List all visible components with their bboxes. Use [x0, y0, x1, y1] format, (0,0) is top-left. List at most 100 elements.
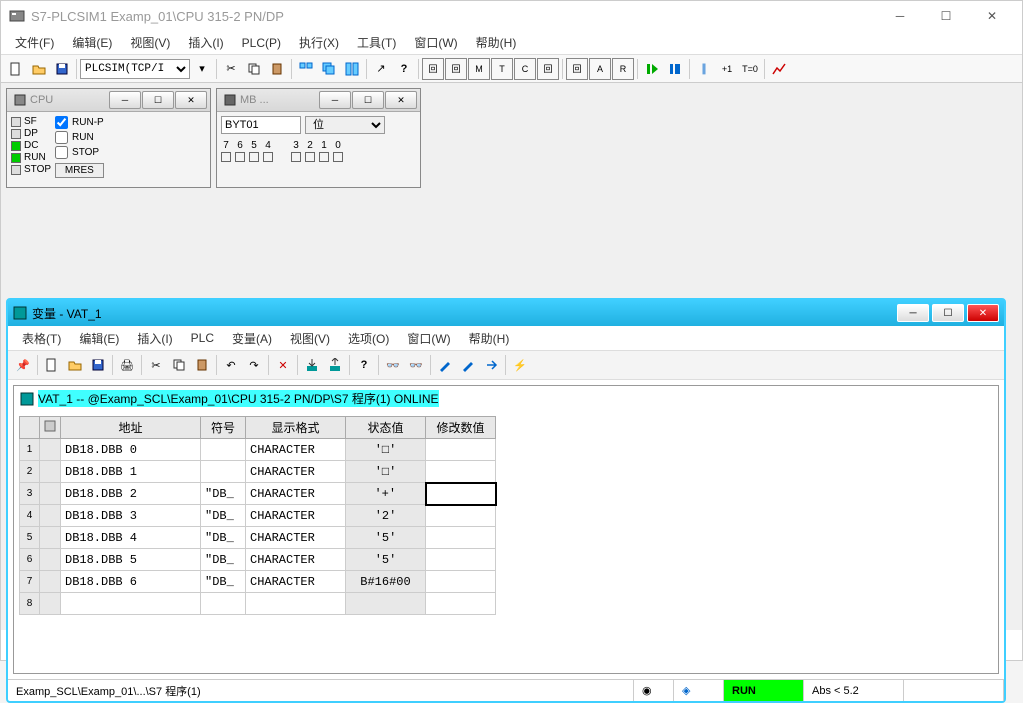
bit-7[interactable]: 7: [221, 140, 231, 162]
plot-icon[interactable]: [768, 58, 790, 80]
vat-cut-icon[interactable]: ✂: [145, 354, 167, 376]
menu-insert[interactable]: 插入(I): [180, 32, 231, 53]
cpu-maximize-button[interactable]: ☐: [142, 91, 174, 109]
block-i-icon[interactable]: 回: [422, 58, 444, 80]
vat-menu-table[interactable]: 表格(T): [14, 328, 69, 349]
maximize-button[interactable]: ☐: [924, 2, 968, 30]
variable-table[interactable]: 地址符号显示格式状态值修改数值 1 DB18.DBB 0 CHARACTER '…: [19, 416, 497, 615]
dropdown-icon[interactable]: ▾: [191, 58, 213, 80]
bit-3[interactable]: 3: [291, 140, 301, 162]
col-0[interactable]: [20, 417, 40, 439]
block-c-icon[interactable]: C: [514, 58, 536, 80]
mode-stop[interactable]: STOP: [55, 146, 104, 159]
undo-icon[interactable]: ↶: [220, 354, 242, 376]
table-row[interactable]: 1 DB18.DBB 0 CHARACTER '□': [20, 439, 496, 461]
col-2[interactable]: 地址: [61, 417, 201, 439]
download-icon[interactable]: [301, 354, 323, 376]
bit-0[interactable]: 0: [333, 140, 343, 162]
menu-view[interactable]: 视图(V): [122, 32, 178, 53]
cpu-close-button[interactable]: ✕: [175, 91, 207, 109]
bit-5[interactable]: 5: [249, 140, 259, 162]
col-1[interactable]: [40, 417, 61, 439]
mb-minimize-button[interactable]: ─: [319, 91, 351, 109]
vat-menu-plc[interactable]: PLC: [183, 329, 222, 347]
mb-close-button[interactable]: ✕: [385, 91, 417, 109]
vat-save-icon[interactable]: [87, 354, 109, 376]
table-row[interactable]: 6 DB18.DBB 5 "DB_ CHARACTER '5': [20, 549, 496, 571]
menu-edit[interactable]: 编辑(E): [64, 32, 120, 53]
delete-icon[interactable]: ✕: [272, 354, 294, 376]
upload-icon[interactable]: [324, 354, 346, 376]
run-icon[interactable]: [641, 58, 663, 80]
force-icon[interactable]: [480, 354, 502, 376]
block-t-icon[interactable]: T: [491, 58, 513, 80]
mode-run-p[interactable]: RUN-P: [55, 116, 104, 129]
new-icon[interactable]: [5, 58, 27, 80]
vat-open-icon[interactable]: [64, 354, 86, 376]
menu-tools[interactable]: 工具(T): [349, 32, 404, 53]
connection-select[interactable]: PLCSIM(TCP/I: [80, 59, 190, 79]
vat-maximize-button[interactable]: ☐: [932, 304, 964, 322]
block-r-icon[interactable]: R: [612, 58, 634, 80]
menu-file[interactable]: 文件(F): [7, 32, 62, 53]
table-row[interactable]: 7 DB18.DBB 6 "DB_ CHARACTER B#16#00: [20, 571, 496, 593]
monitor-icon[interactable]: 👓: [382, 354, 404, 376]
vat-minimize-button[interactable]: ─: [897, 304, 929, 322]
table-row[interactable]: 2 DB18.DBB 1 CHARACTER '□': [20, 461, 496, 483]
plus1-button[interactable]: +1: [716, 58, 738, 80]
vat-titlebar[interactable]: 变量 - VAT_1 ─ ☐ ✕: [8, 300, 1004, 326]
paste-icon[interactable]: [266, 58, 288, 80]
redo-icon[interactable]: ↷: [243, 354, 265, 376]
col-5[interactable]: 状态值: [346, 417, 426, 439]
help-icon[interactable]: ?: [393, 58, 415, 80]
block-q-icon[interactable]: 回: [445, 58, 467, 80]
menu-plc[interactable]: PLC(P): [234, 34, 289, 52]
arrow-icon[interactable]: ↗: [370, 58, 392, 80]
pin-icon[interactable]: 📌: [12, 354, 34, 376]
block2-icon[interactable]: 回: [566, 58, 588, 80]
vat-paste-icon[interactable]: [191, 354, 213, 376]
modify-icon[interactable]: [434, 354, 456, 376]
bit-2[interactable]: 2: [305, 140, 315, 162]
vat-menu-variable[interactable]: 变量(A): [224, 328, 280, 349]
whatsthis-icon[interactable]: ?: [353, 354, 375, 376]
menu-window[interactable]: 窗口(W): [406, 32, 465, 53]
stop-icon[interactable]: [664, 58, 686, 80]
vat-new-icon[interactable]: [41, 354, 63, 376]
arrange-icon[interactable]: [341, 58, 363, 80]
monitor-once-icon[interactable]: 👓: [405, 354, 427, 376]
cascade-icon[interactable]: [318, 58, 340, 80]
vat-close-button[interactable]: ✕: [967, 304, 999, 322]
pause-icon[interactable]: ∥: [693, 58, 715, 80]
mb-maximize-button[interactable]: ☐: [352, 91, 384, 109]
minimize-button[interactable]: ─: [878, 2, 922, 30]
table-row[interactable]: 8: [20, 593, 496, 615]
copy-icon[interactable]: [243, 58, 265, 80]
block-m-icon[interactable]: M: [468, 58, 490, 80]
table-row[interactable]: 4 DB18.DBB 3 "DB_ CHARACTER '2': [20, 505, 496, 527]
bit-4[interactable]: 4: [263, 140, 273, 162]
block-generic-icon[interactable]: 回: [537, 58, 559, 80]
menu-execute[interactable]: 执行(X): [291, 32, 347, 53]
vat-menu-view[interactable]: 视图(V): [282, 328, 338, 349]
bit-6[interactable]: 6: [235, 140, 245, 162]
block-a-icon[interactable]: A: [589, 58, 611, 80]
bit-1[interactable]: 1: [319, 140, 329, 162]
tile-icon[interactable]: [295, 58, 317, 80]
cpu-minimize-button[interactable]: ─: [109, 91, 141, 109]
cut-icon[interactable]: ✂: [220, 58, 242, 80]
modify-once-icon[interactable]: [457, 354, 479, 376]
save-icon[interactable]: [51, 58, 73, 80]
table-row[interactable]: 3 DB18.DBB 2 "DB_ CHARACTER '+': [20, 483, 496, 505]
print-icon[interactable]: 🖨: [116, 354, 138, 376]
mb-format-select[interactable]: 位: [305, 116, 385, 134]
vat-menu-options[interactable]: 选项(O): [340, 328, 397, 349]
vat-menu-edit[interactable]: 编辑(E): [71, 328, 127, 349]
mb-address-input[interactable]: [221, 116, 301, 134]
col-3[interactable]: 符号: [201, 417, 246, 439]
col-6[interactable]: 修改数值: [426, 417, 496, 439]
table-row[interactable]: 5 DB18.DBB 4 "DB_ CHARACTER '5': [20, 527, 496, 549]
vat-menu-insert[interactable]: 插入(I): [129, 328, 180, 349]
mode-run[interactable]: RUN: [55, 131, 104, 144]
vat-copy-icon[interactable]: [168, 354, 190, 376]
